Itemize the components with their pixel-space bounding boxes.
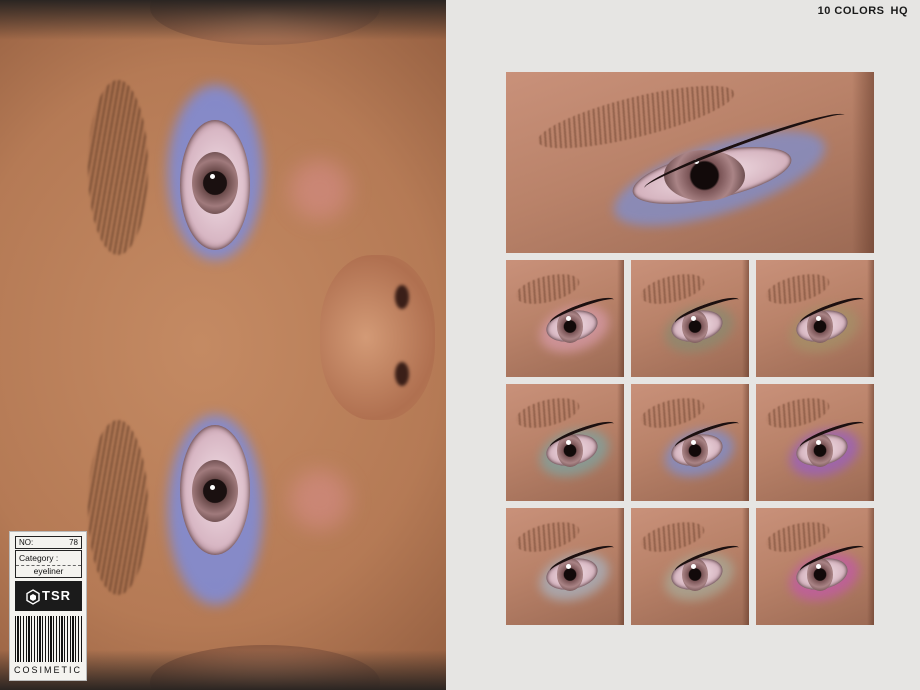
swatch-edge [616,384,624,501]
swatch-color-3 [756,260,874,377]
blush-upper [290,160,350,220]
swatch-brow [513,268,583,310]
swatch-edge [616,508,624,625]
hexagon-icon [26,588,40,605]
swatch-preview-large [506,72,874,253]
swatch-color-8 [631,508,749,625]
swatch-edge [866,508,874,625]
swatch-brow [638,516,708,558]
brow-lower [88,420,148,595]
nostril-lower [395,362,409,386]
swatch-edge [741,508,749,625]
swatch-edge [741,260,749,377]
color-count: 10 COLORS [817,5,885,17]
hair-shadow-top [0,0,446,40]
swatch-color-7 [506,508,624,625]
nose [320,255,435,420]
barcode [15,616,82,662]
nostril-upper [395,285,409,309]
swatch-brow [638,268,708,310]
hero-face-image: NO: 78 Category : eyeliner TSR COSIMETIC [0,0,446,690]
category-label: Category : [19,553,59,563]
swatch-brow [763,516,833,558]
number-box: NO: 78 [15,536,82,549]
swatch-brow [763,392,833,434]
blush-lower [290,470,350,530]
glint-lower [210,485,215,490]
glint-upper [210,174,215,179]
swatch-color-1 [506,260,624,377]
swatch-brow [513,392,583,434]
tsr-logo: TSR [15,581,82,611]
swatch-brow [638,392,708,434]
swatch-edge [616,260,624,377]
swatch-brow [763,268,833,310]
iris-upper [192,152,238,214]
swatch-edge [851,72,874,253]
swatch-color-9 [756,508,874,625]
swatch-color-6 [756,384,874,501]
swatch-color-4 [506,384,624,501]
color-count-header: 10 COLORS HQ [812,5,908,17]
swatch-color-5 [631,384,749,501]
category-value: eyeliner [16,565,81,576]
swatch-edge [741,384,749,501]
swatch-color-2 [631,260,749,377]
swatch-edge [866,260,874,377]
category-box: Category : eyeliner [15,550,82,578]
logo-text: TSR [42,588,71,603]
product-label-card: NO: 78 Category : eyeliner TSR COSIMETIC [10,532,86,680]
label-footer: COSIMETIC [13,665,82,675]
brow-upper [88,80,148,255]
iris-lower [192,460,238,522]
quality-badge: HQ [890,5,908,17]
number-label: NO: [19,538,34,547]
swatch-brow [513,516,583,558]
swatch-edge [866,384,874,501]
number-value: 78 [69,538,78,547]
